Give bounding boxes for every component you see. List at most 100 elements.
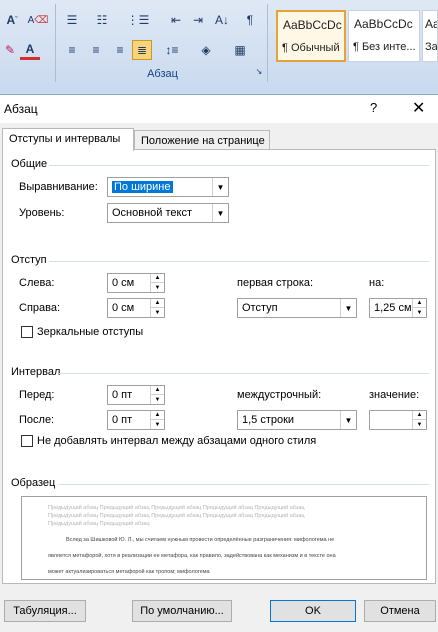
spin-down-icon[interactable]: ▼ [412, 308, 426, 317]
mirror-indents-checkbox[interactable] [21, 326, 33, 338]
show-formatting-icon[interactable]: ¶ [240, 10, 260, 30]
multilevel-list-icon[interactable]: ⋮☰ [127, 10, 150, 30]
by-value: 1,25 см [374, 302, 412, 314]
line-spacing-icon[interactable]: ↕≡ [162, 40, 182, 60]
spin-down-icon[interactable]: ▼ [150, 308, 164, 317]
spacing-section-title: Интервал [11, 366, 61, 378]
indent-right-label: Справа: [19, 302, 61, 314]
at-spinner[interactable]: ▲ ▼ [369, 410, 427, 430]
level-select[interactable]: Основной текст ▼ [107, 203, 229, 223]
indent-section-title: Отступ [11, 254, 47, 266]
style-name: ¶ Обычный [282, 42, 340, 54]
by-label: на: [369, 277, 385, 289]
spin-up-icon[interactable]: ▲ [150, 299, 164, 308]
spin-down-icon[interactable]: ▼ [150, 283, 164, 292]
ribbon: Aˇ A ⌫ ✎ A ☰ ☷ ⋮☰ ⇤ ⇥ A↓ ¶ ≡ ≡ ≡ ≣ ↕≡ ◈ ▦… [0, 0, 438, 95]
cancel-button[interactable]: Отмена [364, 600, 436, 622]
alignment-select[interactable]: По ширине ▼ [107, 177, 229, 197]
divider [59, 484, 429, 485]
first-line-select[interactable]: Отступ ▼ [237, 298, 357, 318]
numbering-icon[interactable]: ☷ [92, 10, 112, 30]
divider [49, 261, 429, 262]
clear-formatting-icon[interactable]: A ⌫ [28, 10, 49, 30]
highlight-color-icon[interactable]: ✎ [0, 40, 20, 60]
align-center-icon[interactable]: ≡ [86, 40, 106, 60]
chevron-down-icon[interactable]: ▼ [212, 204, 228, 222]
indent-right-spinner[interactable]: 0 см ▲ ▼ [107, 298, 165, 318]
tab-line-page-breaks[interactable]: Положение на странице [134, 130, 270, 150]
preview-prev-line: Предыдущий абзац Предыдущий абзац Предыд… [48, 505, 305, 511]
first-line-label: первая строка: [237, 277, 314, 289]
close-icon[interactable]: ✕ [412, 98, 425, 118]
preview-prev-line: Предыдущий абзац Предыдущий абзац Предыд… [48, 513, 305, 519]
dialog-title: Абзац [4, 102, 38, 116]
indent-left-value: 0 см [112, 277, 135, 289]
level-value: Основной текст [112, 207, 192, 219]
style-heading[interactable]: AaBb За [422, 10, 438, 62]
after-spinner[interactable]: 0 пт ▲ ▼ [107, 410, 165, 430]
no-space-same-style-label: Не добавлять интервал между абзацами одн… [37, 435, 317, 447]
align-left-icon[interactable]: ≡ [62, 40, 82, 60]
before-label: Перед: [19, 389, 55, 401]
indent-left-spinner[interactable]: 0 см ▲ ▼ [107, 273, 165, 293]
divider [49, 165, 429, 166]
chevron-down-icon[interactable]: ▼ [340, 299, 356, 317]
paragraph-dialog: Абзац ? ✕ Отступы и интервалы Положение … [0, 95, 438, 632]
spin-up-icon[interactable]: ▲ [412, 411, 426, 420]
tabs-button[interactable]: Табуляция... [4, 600, 86, 622]
spin-up-icon[interactable]: ▲ [150, 386, 164, 395]
line-spacing-value: 1,5 строки [242, 414, 295, 426]
mirror-indents-label: Зеркальные отступы [37, 326, 144, 338]
bullets-icon[interactable]: ☰ [62, 10, 82, 30]
paragraph-group: ☰ ☷ ⋮☰ ⇤ ⇥ A↓ ¶ ≡ ≡ ≡ ≣ ↕≡ ◈ ▦ Абзац ↘ [58, 4, 268, 82]
preview-box: Предыдущий абзац Предыдущий абзац Предыд… [21, 496, 427, 580]
chevron-down-icon[interactable]: ▼ [212, 178, 228, 196]
style-normal[interactable]: AaBbCcDc ¶ Обычный [276, 10, 346, 62]
ok-button[interactable]: OK [270, 600, 356, 622]
spin-down-icon[interactable]: ▼ [150, 420, 164, 429]
alignment-label: Выравнивание: [19, 181, 98, 193]
shading-icon[interactable]: ◈ [196, 40, 216, 60]
at-label: значение: [369, 389, 420, 401]
spin-down-icon[interactable]: ▼ [412, 420, 426, 429]
no-space-same-style-checkbox[interactable] [21, 435, 33, 447]
indent-left-label: Слева: [19, 277, 55, 289]
alignment-value: По ширине [112, 181, 173, 193]
spin-up-icon[interactable]: ▲ [412, 299, 426, 308]
decrease-indent-icon[interactable]: ⇤ [166, 10, 186, 30]
preview-prev-line: Предыдущий абзац Предыдущий абзац [48, 521, 150, 527]
style-name: ¶ Без инте... [353, 41, 416, 53]
tab-panel: Общие Выравнивание: По ширине ▼ Уровень:… [2, 149, 436, 584]
spin-up-icon[interactable]: ▲ [150, 411, 164, 420]
preview-text-line: Вслед за Шишковой Ю. Л., мы считаем нужн… [66, 537, 335, 543]
level-label: Уровень: [19, 207, 65, 219]
indent-right-value: 0 см [112, 302, 135, 314]
style-sample: AaBbCcDc [354, 17, 413, 31]
before-spinner[interactable]: 0 пт ▲ ▼ [107, 385, 165, 405]
after-label: После: [19, 414, 55, 426]
align-right-icon[interactable]: ≡ [110, 40, 130, 60]
font-color-icon[interactable]: A [20, 40, 40, 60]
before-value: 0 пт [112, 389, 133, 401]
set-default-button[interactable]: По умолчанию... [132, 600, 232, 622]
borders-icon[interactable]: ▦ [230, 40, 250, 60]
line-spacing-select[interactable]: 1,5 строки ▼ [237, 410, 357, 430]
chevron-down-icon[interactable]: ▼ [340, 411, 356, 429]
dialog-launcher-icon[interactable]: ↘ [254, 66, 264, 76]
by-spinner[interactable]: 1,25 см ▲ ▼ [369, 298, 427, 318]
dialog-titlebar: Абзац ? ✕ [0, 95, 438, 123]
sort-icon[interactable]: A↓ [212, 10, 232, 30]
spin-up-icon[interactable]: ▲ [150, 274, 164, 283]
justify-icon[interactable]: ≣ [132, 40, 152, 60]
help-button[interactable]: ? [370, 100, 377, 115]
general-section-title: Общие [11, 158, 48, 170]
font-group-partial: Aˇ A ⌫ ✎ A [0, 4, 56, 82]
increase-indent-icon[interactable]: ⇥ [188, 10, 208, 30]
after-value: 0 пт [112, 414, 133, 426]
style-sample: AaBbCcDc [283, 18, 342, 32]
spin-down-icon[interactable]: ▼ [150, 395, 164, 404]
style-no-spacing[interactable]: AaBbCcDc ¶ Без инте... [348, 10, 420, 62]
preview-text-line: может актуализироваться метафорой как тр… [48, 569, 210, 575]
tab-indents-spacing[interactable]: Отступы и интервалы [2, 128, 134, 151]
font-case-icon[interactable]: Aˇ [2, 10, 22, 30]
